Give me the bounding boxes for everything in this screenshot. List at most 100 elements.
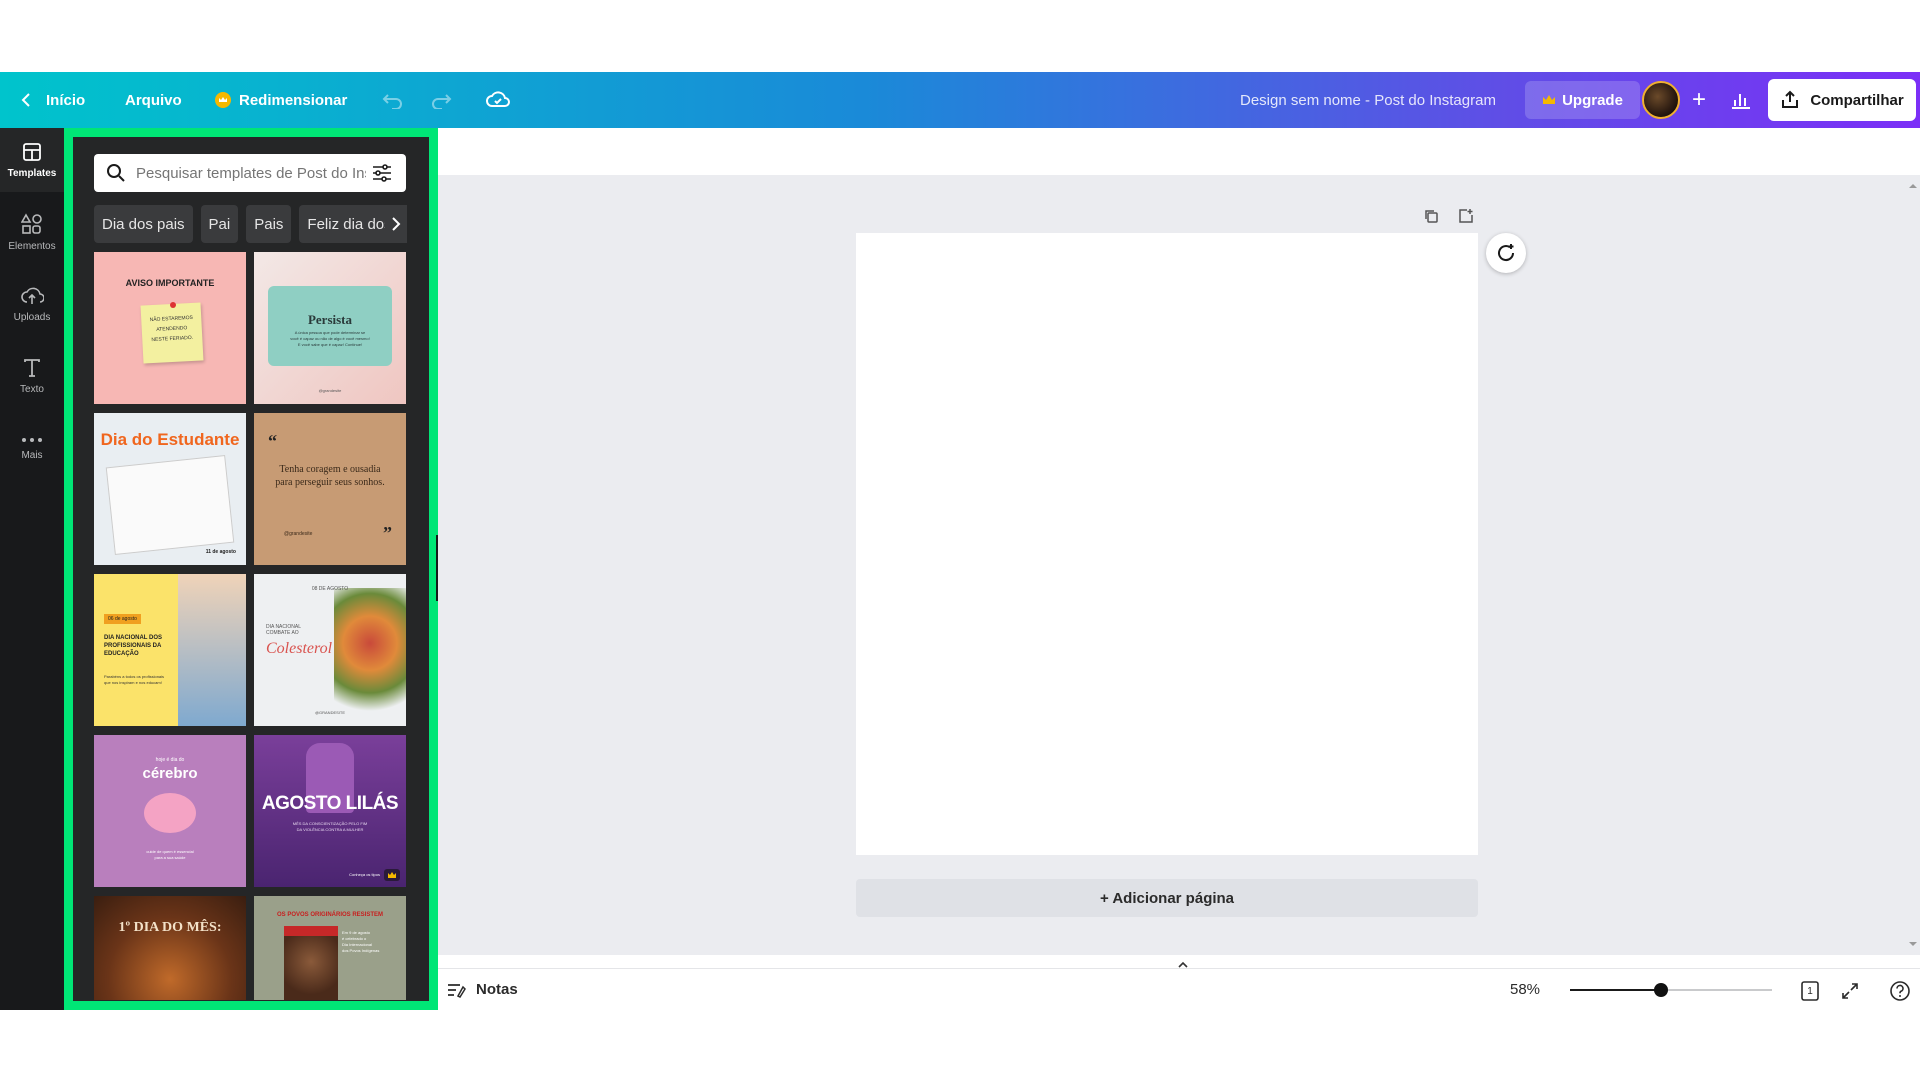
search-icon [107,164,125,182]
rail-label-uploads: Uploads [13,311,51,323]
chevron-right-icon [392,217,401,231]
template-card[interactable]: 08 DE AGOSTO DIA NACIONAL COMBATE AO Col… [254,574,406,726]
template-footer: @grandesite [318,388,342,393]
notes-icon [448,983,466,998]
top-bar: Início Arquivo Redimensionar Design sem … [0,72,1920,128]
templates-panel: Dia dos pais Pai Pais Feliz dia dos pais… [64,128,438,1010]
redo-icon [432,94,452,109]
template-script: Colesterol [266,640,333,657]
template-footer: 11 de agosto [205,549,236,555]
rail-label-more: Mais [21,449,43,461]
chip-dia-dos-pais[interactable]: Dia dos pais [94,205,193,243]
chips-next-button[interactable] [385,205,407,243]
template-footer: Conheça os tipos [349,872,380,877]
food-image [334,588,406,726]
elements-icon [21,212,42,234]
upgrade-label: Upgrade [1562,91,1623,109]
rail-item-uploads[interactable]: Uploads [0,272,64,336]
template-kicker: hoje é dia do [155,757,185,763]
template-footer: @grandesite [284,531,313,537]
notebook-image [105,454,235,556]
home-label: Início [46,91,86,109]
template-title: OS POVOS ORIGINÁRIOS RESISTEM [276,912,384,918]
canvas-scrollbar[interactable] [1906,180,1920,950]
upgrade-button[interactable]: Upgrade [1525,81,1640,119]
template-title: DIA NACIONAL COMBATE AO [266,624,301,636]
filter-sliders-icon[interactable] [372,164,392,182]
share-upload-icon [1782,90,1799,108]
rail-item-elements[interactable]: Elementos [0,200,64,264]
template-line: para a sua saúde [154,855,186,860]
template-title: cérebro [142,765,198,782]
template-title: DIA NACIONAL DOS PROFISSIONAIS DA EDUCAÇ… [104,635,163,657]
template-card[interactable]: 06 de agosto DIA NACIONAL DOS PROFISSION… [94,574,246,726]
duplicate-page-button[interactable] [1420,205,1442,227]
share-label: Compartilhar [1810,91,1904,109]
template-card[interactable]: OS POVOS ORIGINÁRIOS RESISTEM Em 9 de ag… [254,896,406,1000]
side-rail: Templates Elementos Uploads Texto Mais [0,128,64,1010]
suggestion-chips: Dia dos pais Pai Pais Feliz dia dos pais [94,205,406,243]
chevron-left-icon [21,93,30,107]
chip-pais[interactable]: Pais [246,205,292,243]
rail-item-more[interactable]: Mais [0,416,64,480]
add-page-button[interactable]: + Adicionar página [856,879,1478,917]
page-count: 1 [1807,985,1813,997]
add-page-button-icon[interactable] [1455,205,1477,227]
bar-chart-icon [1732,94,1750,109]
pin-icon [170,302,176,308]
template-card[interactable]: Persista A única pessoa que pode determi… [254,252,406,404]
fullscreen-button[interactable] [1838,979,1862,1003]
template-title: 1º DIA DO MÊS: [118,920,222,935]
design-page[interactable] [856,233,1478,855]
design-title[interactable]: Design sem nome - Post do Instagram [1240,92,1496,109]
insights-button[interactable] [1722,81,1760,119]
template-card[interactable]: hoje é dia do cérebro cuide de quem é es… [94,735,246,887]
template-title: Dia do Estudante [100,430,240,449]
templates-icon [23,142,41,161]
bottom-bar: Notas 58% 1 [438,968,1920,1010]
search-input[interactable] [136,164,366,182]
page-count-button[interactable]: 1 [1798,979,1822,1003]
zoom-slider-thumb[interactable] [1654,983,1668,997]
avatar[interactable] [1642,81,1680,119]
chip-pai[interactable]: Pai [200,205,239,243]
template-card[interactable]: “ Tenha coragem e ousadia para perseguir… [254,413,406,565]
share-button[interactable]: Compartilhar [1768,79,1916,121]
expand-icon [1842,983,1858,999]
crown-icon [215,92,231,108]
file-label: Arquivo [125,91,182,109]
refresh-plus-icon [1498,244,1515,262]
template-line: que nos inspiram e nos educam! [104,680,162,685]
home-button[interactable]: Início [20,92,85,109]
template-card[interactable]: AVISO IMPORTANTE NÃO ESTAREMOS ATENDENDO… [94,252,246,404]
template-card[interactable]: 1º DIA DO MÊS: [94,896,246,1000]
add-page-icon [1459,209,1473,223]
portrait-image [284,926,338,1000]
rail-item-templates[interactable]: Templates [0,128,64,192]
crown-icon [1543,95,1556,104]
rail-label-elements: Elementos [8,240,56,252]
refresh-suggestion-button[interactable] [1486,233,1526,273]
invite-plus-button[interactable]: + [1682,81,1716,119]
template-line: DA VIOLÊNCIA CONTRA A MULHER [296,827,364,832]
undo-button[interactable] [382,91,404,109]
template-search[interactable] [94,154,406,192]
redo-button[interactable] [430,91,452,109]
resize-button[interactable]: Redimensionar [215,92,347,109]
rail-item-text[interactable]: Texto [0,344,64,408]
brain-icon [144,793,196,833]
cloud-check-icon [486,91,510,107]
zoom-percentage[interactable]: 58% [1510,981,1540,998]
upload-icon [21,287,44,304]
cloud-save-button[interactable] [486,90,510,110]
template-line: NESTE FERIADO. [151,334,194,344]
template-title: Persista [307,312,353,327]
quote-open-icon: “ [268,431,277,451]
file-menu-button[interactable]: Arquivo [125,92,182,109]
template-card[interactable]: AGOSTO LILÁS MÊS DA CONSCIENTIZAÇÃO PELO… [254,735,406,887]
zoom-slider[interactable] [1570,983,1772,997]
template-card[interactable]: Dia do Estudante 11 de agosto [94,413,246,565]
help-button[interactable] [1888,979,1912,1003]
template-badge: 06 de agosto [104,614,141,624]
notes-button[interactable]: Notas [446,981,518,999]
